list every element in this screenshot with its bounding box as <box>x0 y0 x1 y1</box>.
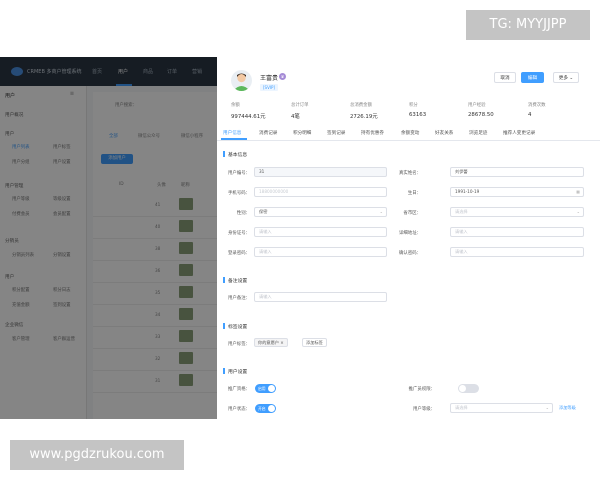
region-label: 省市区： <box>403 211 421 216</box>
level-select[interactable]: 请选择 ⌄ <box>450 403 553 413</box>
more-dropdown[interactable]: 更多 ⌄ <box>553 72 579 83</box>
gender-label: 性别： <box>236 211 250 216</box>
edit-button[interactable]: 编辑 <box>521 72 544 83</box>
tab-referrer-changes[interactable]: 推荐人变更记录 <box>503 130 535 136</box>
avatar <box>231 70 252 91</box>
uid-label: 用户编号： <box>228 171 250 176</box>
cancel-button[interactable]: 取消 <box>494 72 516 83</box>
detail-tabs: 用户信息 消费记录 积分明细 签到记录 持有优惠券 余额变动 好友关系 浏览足迹… <box>217 126 600 141</box>
chevron-down-icon: ⌄ <box>569 76 574 81</box>
user-level-tag: [SVIP] <box>260 84 278 91</box>
remark-field[interactable]: 请输入 <box>254 292 387 302</box>
real-name-label: 真实姓名： <box>399 171 421 176</box>
toggle-text: 启用 <box>258 386 266 391</box>
tags-label: 用户标签： <box>228 342 250 347</box>
tab-purchase-records[interactable]: 消费记录 <box>259 130 277 136</box>
gender-select[interactable]: 保密 ⌄ <box>254 207 387 217</box>
region-placeholder: 请选择 <box>455 209 468 214</box>
close-icon[interactable]: × <box>280 340 284 345</box>
status-toggle[interactable]: 开启 <box>255 404 276 413</box>
tab-user-info[interactable]: 用户信息 <box>223 130 241 136</box>
uid-field: 31 <box>254 167 387 177</box>
tab-browse-history[interactable]: 浏览足迹 <box>469 130 487 136</box>
promoter-toggle[interactable]: 启用 <box>255 384 276 393</box>
chevron-down-icon: ⌄ <box>576 209 580 214</box>
user-tag-chip[interactable]: 你的意愿户 × <box>254 338 288 347</box>
tab-checkin-records[interactable]: 签到记录 <box>327 130 345 136</box>
vip-icon: ♛ <box>279 73 286 80</box>
modal-mask[interactable] <box>0 57 217 419</box>
level-placeholder: 请选择 <box>455 405 468 410</box>
birthday-picker[interactable]: 1991-10-19 ▦ <box>450 187 584 197</box>
gender-value: 保密 <box>259 209 268 214</box>
paid-member-label: 推广员权限： <box>408 387 435 392</box>
address-label: 详细地址： <box>399 231 421 236</box>
birthday-label: 生日： <box>407 191 421 196</box>
screenshot: CRMEB 多商户管理系统 首页 用户 商品 订单 营销 用户 ☰ 用户概况 用… <box>0 57 600 419</box>
tab-balance-changes[interactable]: 余额变动 <box>401 130 419 136</box>
tab-active-indicator <box>221 138 247 140</box>
confirm-password-field[interactable]: 请输入 <box>450 247 584 257</box>
level-label: 用户等级： <box>413 407 435 412</box>
toggle-text: 开启 <box>258 406 266 411</box>
chevron-down-icon: ⌄ <box>379 209 383 214</box>
watermark-bottom: www.pgdzrukou.com <box>10 440 184 470</box>
password-label: 登录密码： <box>228 251 250 256</box>
add-level-link[interactable]: 添加等级 <box>559 405 576 411</box>
password-field[interactable]: 请输入 <box>254 247 387 257</box>
address-field[interactable]: 请输入 <box>450 227 584 237</box>
tab-coupons[interactable]: 持有优惠券 <box>361 130 384 136</box>
tag-chip-text: 你的意愿户 <box>258 340 279 345</box>
watermark-top: TG: MYYJJPP <box>466 10 590 40</box>
real-name-field[interactable]: 刘伊蕾 <box>450 167 584 177</box>
toggle-knob <box>459 385 466 392</box>
stat-total-spent: 总消费金额 2726.19元 <box>350 103 378 120</box>
stat-purchase-count: 消费次数 4 <box>528 103 546 118</box>
id-card-field[interactable]: 请输入 <box>254 227 387 237</box>
tab-friends[interactable]: 好友关系 <box>435 130 453 136</box>
toggle-knob <box>268 405 275 412</box>
chevron-down-icon: ⌄ <box>545 405 549 410</box>
user-detail-drawer: 王富贵 ♛ [SVIP] 取消 编辑 更多 ⌄ 余额 997444.61元 总计订… <box>217 57 600 419</box>
phone-field[interactable]: 18800000000 <box>254 187 387 197</box>
user-name: 王富贵 <box>260 75 279 82</box>
remark-label: 用户备注： <box>228 296 250 301</box>
add-tag-button[interactable]: 添加标签 <box>302 338 327 347</box>
confirm-password-label: 确认密码： <box>399 251 421 256</box>
phone-label: 手机号码： <box>228 191 250 196</box>
tab-points-detail[interactable]: 积分明细 <box>293 130 311 136</box>
toggle-knob <box>268 385 275 392</box>
promoter-label: 推广资格： <box>228 387 250 392</box>
birthday-value: 1991-10-19 <box>455 189 480 194</box>
paid-member-toggle[interactable] <box>458 384 479 393</box>
region-select[interactable]: 请选择 ⌄ <box>450 207 584 217</box>
id-card-label: 身份证号： <box>228 231 250 236</box>
status-label: 用户状态： <box>228 407 250 412</box>
more-label: 更多 <box>558 76 568 81</box>
calendar-icon: ▦ <box>576 189 580 194</box>
stat-points: 积分 63163 <box>409 103 427 118</box>
stat-orders: 总计订单 4笔 <box>291 103 309 120</box>
stat-balance: 余额 997444.61元 <box>231 103 266 120</box>
stat-experience: 用户经验 28678.50 <box>468 103 494 118</box>
